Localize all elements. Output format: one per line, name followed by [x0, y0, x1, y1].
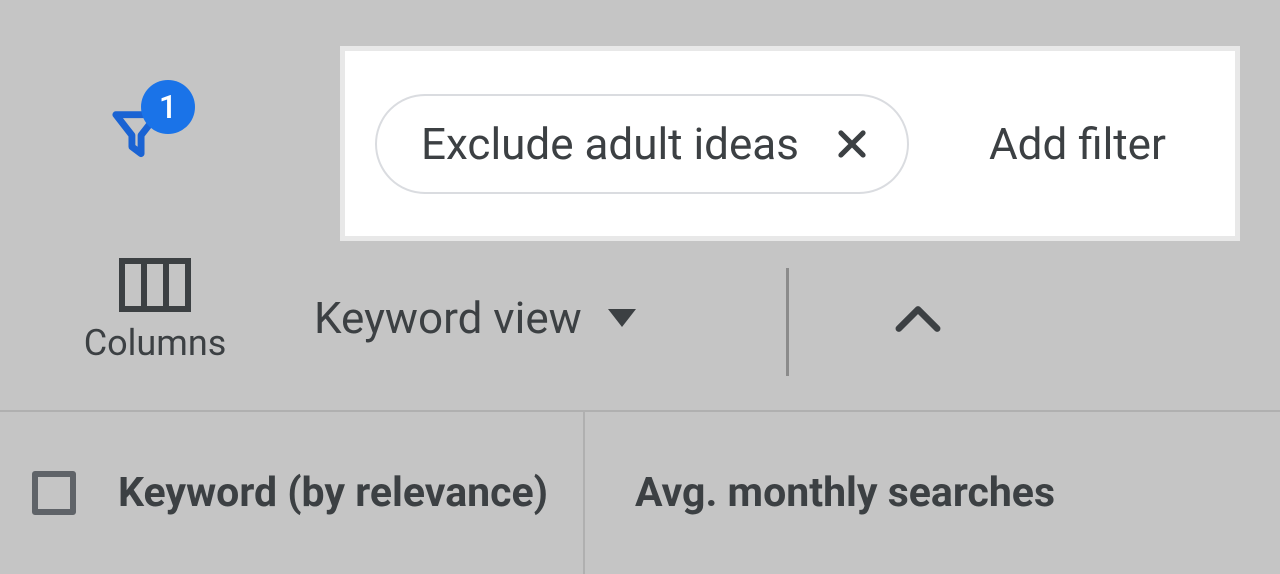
keyword-view-dropdown[interactable]: Keyword view [314, 292, 636, 344]
column-header-label: Keyword (by relevance) [118, 469, 548, 517]
close-icon[interactable] [833, 125, 871, 163]
filter-chip-exclude-adult[interactable]: Exclude adult ideas [375, 94, 909, 194]
filter-bar: Exclude adult ideas Add filter [340, 46, 1240, 241]
filter-chip-label: Exclude adult ideas [421, 118, 799, 170]
caret-down-icon [608, 309, 636, 327]
filter-button[interactable]: 1 [109, 90, 189, 175]
column-header-avg-searches[interactable]: Avg. monthly searches [585, 412, 1280, 574]
divider [786, 268, 789, 376]
columns-label: Columns [84, 322, 227, 364]
columns-icon [119, 258, 191, 312]
top-strip [0, 0, 1280, 35]
select-all-checkbox[interactable] [32, 471, 76, 515]
column-header-keyword[interactable]: Keyword (by relevance) [0, 412, 585, 574]
columns-button[interactable]: Columns [65, 258, 245, 364]
keyword-view-label: Keyword view [314, 292, 582, 344]
collapse-button[interactable] [893, 304, 943, 334]
chevron-up-icon [895, 305, 941, 333]
add-filter-button[interactable]: Add filter [989, 118, 1166, 170]
column-header-label: Avg. monthly searches [635, 469, 1055, 517]
table-header: Keyword (by relevance) Avg. monthly sear… [0, 410, 1280, 574]
filter-count-badge: 1 [141, 80, 195, 134]
